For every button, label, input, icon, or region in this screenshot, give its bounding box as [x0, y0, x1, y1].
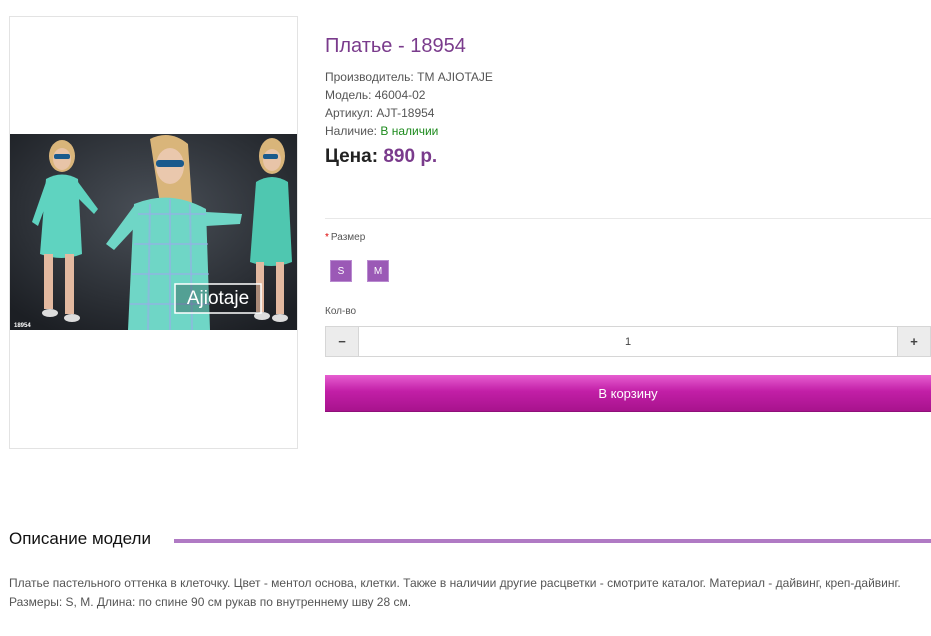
product-code-label: 18954 — [14, 323, 31, 329]
availability-label: Наличие: — [325, 124, 378, 138]
sku-value: AJT-18954 — [376, 106, 435, 120]
quantity-increase-button[interactable]: + — [898, 327, 930, 356]
price-value: 890 р. — [383, 146, 438, 167]
availability-row: Наличие: В наличии — [325, 122, 493, 140]
product-title: Платье - 18954 — [325, 35, 466, 57]
description-heading: Описание модели — [9, 529, 151, 548]
quantity-input[interactable] — [358, 327, 898, 356]
size-option-m[interactable]: M — [367, 260, 389, 282]
size-label-text: Размер — [330, 232, 366, 243]
sku-row: Артикул: AJT-18954 — [325, 104, 493, 122]
svg-text:Ajiotaje: Ajiotaje — [187, 288, 249, 309]
brand-logo: Ajiotaje — [174, 283, 262, 314]
product-meta: Производитель: ТМ AJIOTAJE Модель: 46004… — [325, 68, 493, 140]
plus-icon: + — [910, 334, 918, 349]
manufacturer-label: Производитель: — [325, 70, 414, 84]
description-heading-rule — [174, 539, 931, 543]
manufacturer-row: Производитель: ТМ AJIOTAJE — [325, 68, 493, 86]
size-option-s[interactable]: S — [330, 260, 352, 282]
availability-value: В наличии — [380, 124, 439, 138]
description-text: Платье пастельного оттенка в клеточку. Ц… — [9, 576, 901, 609]
model-label: Модель: — [325, 88, 372, 102]
sku-label: Артикул: — [325, 106, 374, 120]
required-mark: * — [325, 232, 329, 243]
manufacturer-value[interactable]: ТМ AJIOTAJE — [417, 70, 493, 84]
minus-icon: − — [338, 334, 346, 349]
model-value: 46004-02 — [374, 88, 426, 102]
product-photo[interactable]: Ajiotaje 18954 — [10, 134, 297, 330]
add-to-cart-button[interactable]: В корзину — [325, 375, 931, 412]
size-option-label: * Размер — [325, 232, 365, 243]
divider — [325, 218, 931, 219]
quantity-label: Кол-во — [325, 306, 357, 317]
price: Цена: 890 р. — [325, 146, 437, 168]
price-label: Цена: — [325, 146, 379, 167]
product-photo-graphic: Ajiotaje 18954 — [10, 134, 297, 330]
quantity-decrease-button[interactable]: − — [326, 327, 358, 356]
quantity-stepper: − + — [325, 326, 931, 357]
model-row: Модель: 46004-02 — [325, 86, 493, 104]
product-image-frame[interactable]: Ajiotaje 18954 — [9, 16, 298, 449]
